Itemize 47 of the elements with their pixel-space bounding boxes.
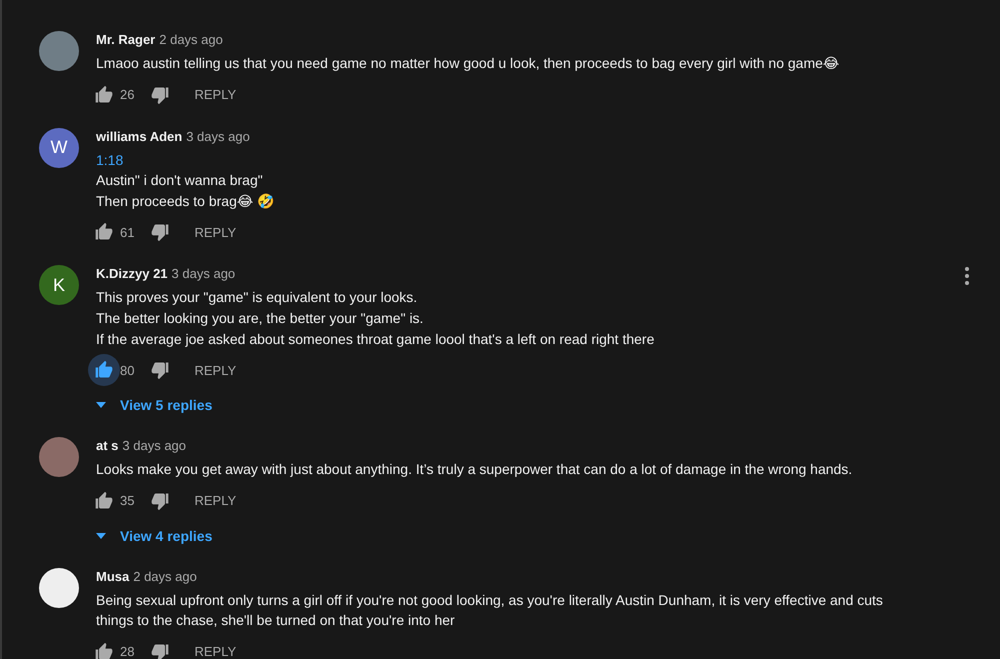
comment-text: Looks make you get away with just about anything. It’s truly a superpower that can do a lot of damage in the wrong hands.: [96, 460, 854, 480]
thumbs-up-icon: [94, 360, 114, 380]
reply-button[interactable]: REPLY: [188, 640, 242, 659]
avatar-icon: W: [39, 128, 79, 168]
comment-time[interactable]: 2 days ago: [159, 32, 223, 47]
like-count: 28: [120, 644, 134, 659]
comment-time[interactable]: 3 days ago: [122, 438, 186, 454]
comment-text: Austin" i don't wanna brag": [96, 171, 264, 190]
view-replies-button[interactable]: View 4 replies: [96, 522, 212, 549]
thumbs-down-icon: [150, 490, 170, 511]
thumbs-up-icon: [94, 222, 114, 242]
like-count: 35: [120, 493, 134, 508]
reply-button[interactable]: REPLY: [188, 83, 242, 106]
thumbs-down-icon: [150, 642, 170, 659]
comment-text: Lmaoo austin telling us that you need game no matter how good u look, then proceeds to bag every girl with no game😂: [96, 54, 840, 73]
like-count: 80: [120, 362, 134, 378]
timestamp-link[interactable]: 1:18: [96, 152, 124, 168]
comment-time[interactable]: 3 days ago: [172, 266, 236, 282]
view-replies-button[interactable]: View 5 replies: [96, 392, 212, 418]
author-name[interactable]: Mr. Rager: [96, 32, 156, 47]
thumbs-down-icon: [150, 84, 170, 105]
author-name[interactable]: Musa: [96, 568, 130, 584]
comment-text: Being sexual upfront only turns a girl off if you're not good looking, as you're literally Austin Dunham, it is very effective and cuts things to the chase, she'll be turned on that you're into her: [96, 590, 884, 630]
author-name[interactable]: williams Aden: [96, 128, 182, 144]
thumbs-up-icon: [94, 642, 114, 659]
reply-button[interactable]: REPLY: [188, 220, 242, 244]
thumbs-up-icon: [94, 84, 114, 105]
like-button[interactable]: [88, 354, 120, 386]
thumbs-down-icon: [150, 360, 170, 380]
comment-text: If the average joe asked about someones throat game loool that's a left on read right there: [96, 330, 656, 349]
comment-text: Then proceeds to brag😂 🤣: [96, 192, 276, 211]
author-name[interactable]: at s: [96, 438, 118, 454]
thumbs-up-icon: [94, 490, 114, 511]
comment-text: The better looking you are, the better your "game" is.: [96, 308, 424, 328]
caret-down-icon: [96, 532, 106, 539]
like-count: 26: [120, 87, 134, 102]
caret-down-icon: [96, 402, 106, 408]
more-options-icon[interactable]: [965, 267, 969, 286]
like-count: 61: [120, 224, 134, 240]
author-name[interactable]: K.Dizzyy 21: [96, 266, 168, 282]
comment-text: This proves your "game" is equivalent to your looks.: [96, 288, 418, 308]
comment-time[interactable]: 3 days ago: [186, 128, 250, 144]
reply-button[interactable]: REPLY: [188, 489, 242, 512]
thumbs-down-icon: [150, 222, 170, 242]
reply-button[interactable]: REPLY: [188, 358, 242, 382]
comment-time[interactable]: 2 days ago: [133, 568, 197, 584]
avatar-icon: K: [39, 265, 79, 306]
